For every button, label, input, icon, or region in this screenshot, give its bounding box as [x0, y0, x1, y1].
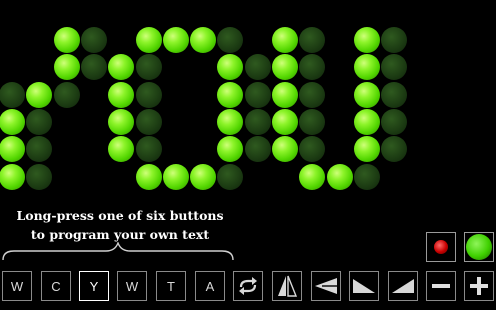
- led-dot-off: [299, 54, 326, 81]
- led-dot-off: [80, 54, 107, 81]
- slope-up-button[interactable]: [388, 271, 418, 301]
- text-button-6[interactable]: A: [195, 271, 225, 301]
- led-dot-on: [272, 54, 298, 81]
- flip-horizontal-icon: [278, 275, 297, 297]
- led-dot-off: [135, 81, 162, 108]
- led-matrix-display: [0, 0, 496, 200]
- led-dot-on: [162, 163, 189, 190]
- led-dot-on: [299, 163, 326, 190]
- led-dot-off: [0, 81, 25, 108]
- repeat-button[interactable]: [233, 271, 263, 301]
- led-dot-off: [381, 136, 408, 163]
- zoom-out-button[interactable]: [426, 271, 456, 301]
- text-button-label: C: [51, 278, 61, 294]
- led-dot-on: [353, 27, 380, 53]
- led-dot-on: [53, 54, 80, 81]
- curly-brace-icon: [2, 242, 234, 261]
- led-dot-on: [217, 81, 244, 108]
- text-button-5[interactable]: T: [156, 271, 186, 301]
- led-dot-off: [135, 136, 162, 163]
- led-dot-on: [0, 108, 25, 135]
- text-button-1[interactable]: W: [2, 271, 32, 301]
- led-dot-off: [217, 163, 244, 190]
- green-led-indicator[interactable]: [464, 232, 494, 262]
- led-dot-on: [272, 27, 298, 53]
- led-dot-off: [299, 136, 326, 163]
- slope-down-button[interactable]: [349, 271, 379, 301]
- led-dot-on: [272, 136, 298, 163]
- zoom-in-button[interactable]: [464, 271, 494, 301]
- minus-icon: [432, 284, 450, 288]
- perspective-button[interactable]: [311, 271, 341, 301]
- text-button-3[interactable]: Y: [79, 271, 109, 301]
- slope-up-icon: [392, 279, 414, 293]
- led-dot-off: [80, 27, 107, 53]
- led-dot-off: [135, 54, 162, 81]
- led-dot-on: [272, 108, 298, 135]
- text-button-4[interactable]: W: [117, 271, 147, 301]
- led-dot-off: [381, 81, 408, 108]
- led-dot-off: [244, 108, 271, 135]
- led-dot-on: [108, 136, 135, 163]
- instruction-text: Long-press one of six buttons to program…: [0, 206, 240, 244]
- led-dot-off: [135, 108, 162, 135]
- led-dot-on: [108, 108, 135, 135]
- led-dot-off: [26, 136, 53, 163]
- red-led-indicator[interactable]: [426, 232, 456, 262]
- mirror-button[interactable]: [272, 271, 302, 301]
- led-dot-on: [353, 108, 380, 135]
- plus-icon: [470, 277, 488, 295]
- led-dot-on: [108, 54, 135, 81]
- led-dot-on: [0, 136, 25, 163]
- text-button-label: Y: [89, 278, 99, 294]
- slope-down-icon: [353, 279, 375, 293]
- led-dot-on: [353, 81, 380, 108]
- led-dot-off: [353, 163, 380, 190]
- led-dot-off: [381, 27, 408, 53]
- led-dot-on: [272, 81, 298, 108]
- led-dot-off: [381, 108, 408, 135]
- led-dot-on: [217, 108, 244, 135]
- text-button-label: W: [125, 278, 139, 294]
- led-dot-on: [353, 54, 380, 81]
- led-dot-off: [381, 54, 408, 81]
- text-button-label: T: [167, 278, 175, 294]
- led-dot-off: [217, 27, 244, 53]
- led-dot-off: [26, 163, 53, 190]
- text-button-2[interactable]: C: [41, 271, 71, 301]
- led-dot-on: [353, 136, 380, 163]
- led-dot-on: [53, 27, 80, 53]
- led-dot-on: [162, 27, 189, 53]
- led-dot-on: [135, 27, 162, 53]
- led-dot-off: [244, 81, 271, 108]
- green-dot-icon: [466, 234, 492, 260]
- led-dot-on: [326, 163, 353, 190]
- text-button-label: A: [205, 278, 215, 294]
- red-dot-icon: [434, 240, 448, 254]
- led-dot-off: [244, 54, 271, 81]
- led-dot-on: [190, 163, 217, 190]
- led-dot-on: [0, 163, 25, 190]
- led-dot-on: [108, 81, 135, 108]
- led-dot-off: [53, 81, 80, 108]
- led-dot-off: [299, 81, 326, 108]
- led-dot-off: [244, 136, 271, 163]
- led-dot-on: [217, 136, 244, 163]
- led-dot-off: [26, 108, 53, 135]
- perspective-icon: [315, 278, 337, 294]
- repeat-icon: [239, 277, 257, 295]
- instruction-line-1: Long-press one of six buttons: [16, 208, 224, 223]
- led-dot-on: [217, 54, 244, 81]
- led-dot-on: [26, 81, 53, 108]
- led-dot-on: [135, 163, 162, 190]
- led-dot-on: [190, 27, 217, 53]
- led-dot-off: [299, 27, 326, 53]
- text-button-label: W: [10, 278, 24, 294]
- led-dot-off: [299, 108, 326, 135]
